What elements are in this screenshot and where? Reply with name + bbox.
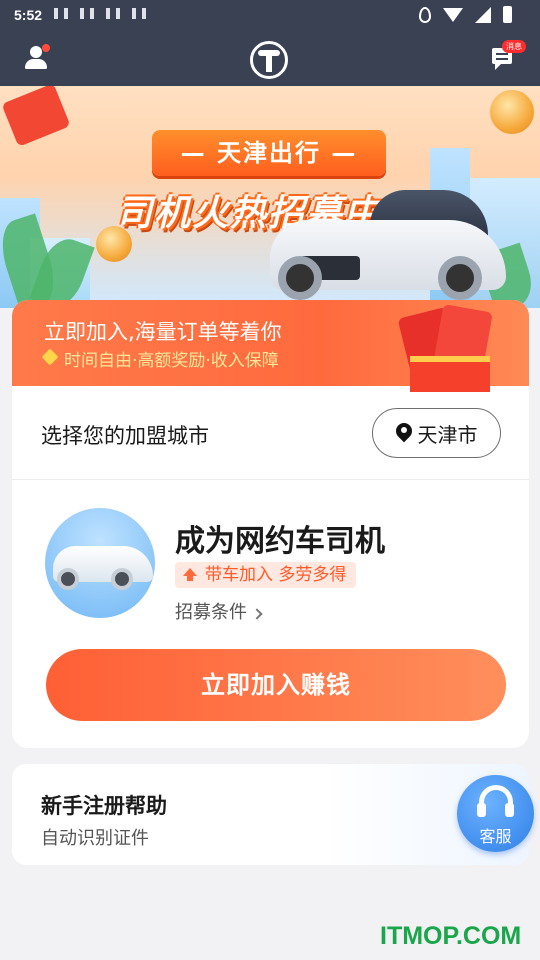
cell-signal-icon — [475, 6, 491, 23]
selected-city: 天津市 — [417, 422, 478, 447]
promo-strip: 立即加入,海量订单等着你 时间自由·高额奖励·收入保障 — [12, 300, 529, 392]
notification-icons — [54, 8, 146, 19]
message-icon[interactable]: 消息 — [492, 40, 526, 70]
watermark-text: ITMOP.COM — [380, 922, 522, 950]
driver-car-avatar — [45, 508, 155, 618]
driver-tag: 带车加入 多劳多得 — [175, 562, 357, 588]
app-logo-icon — [250, 41, 288, 79]
banner-tagline: — 天津出行 — — [152, 130, 386, 176]
notification-icon — [132, 8, 146, 19]
notification-icon — [54, 8, 68, 19]
conditions-link-label: 招募条件 — [175, 602, 247, 623]
join-earn-button[interactable]: 立即加入赚钱 — [46, 649, 506, 721]
status-bar: 5:52 — [0, 0, 540, 32]
notification-icon — [80, 8, 94, 19]
location-pin-icon — [396, 423, 412, 443]
notification-dot — [42, 44, 50, 52]
coin-icon — [490, 90, 534, 134]
promo-title: 立即加入,海量订单等着你 — [44, 320, 282, 344]
wifi-icon — [443, 7, 463, 22]
recruit-banner[interactable]: — 天津出行 — 司机火热招募中 — [0, 86, 540, 308]
top-nav-bar: 5:52 消息 — [0, 0, 540, 86]
driver-tag-text: 带车加入 多劳多得 — [205, 565, 347, 585]
battery-icon — [503, 6, 512, 23]
message-badge: 消息 — [502, 40, 526, 53]
city-select-button[interactable]: 天津市 — [372, 408, 501, 458]
city-select-row: 选择您的加盟城市 天津市 — [12, 386, 529, 480]
recruit-card: 立即加入,海量订单等着你 时间自由·高额奖励·收入保障 选择您的加盟城市 天津市… — [12, 300, 529, 748]
chevron-right-icon — [251, 608, 263, 620]
driver-title: 成为网约车司机 — [175, 524, 385, 559]
promo-subtitle: 时间自由·高额奖励·收入保障 — [64, 351, 279, 371]
gift-envelope-icon — [397, 304, 500, 392]
location-status-icon — [419, 6, 431, 23]
registration-help-card[interactable]: 新手注册帮助 自动识别证件 — [12, 764, 529, 865]
conditions-link[interactable]: 招募条件 — [175, 598, 263, 624]
notification-icon — [106, 8, 120, 19]
driver-section: 成为网约车司机 带车加入 多劳多得 招募条件 — [12, 480, 529, 650]
banner-car-illustration — [270, 190, 510, 300]
up-arrow-icon — [183, 568, 197, 581]
customer-service-button[interactable]: 客服 — [457, 775, 534, 852]
diamond-icon — [41, 348, 59, 366]
user-profile-icon[interactable] — [22, 44, 52, 74]
customer-service-label: 客服 — [479, 827, 512, 846]
help-subtitle: 自动识别证件 — [41, 828, 149, 849]
status-time: 5:52 — [14, 7, 43, 23]
red-envelope-icon — [1, 86, 71, 147]
help-title: 新手注册帮助 — [41, 794, 167, 818]
city-select-label: 选择您的加盟城市 — [41, 424, 209, 448]
